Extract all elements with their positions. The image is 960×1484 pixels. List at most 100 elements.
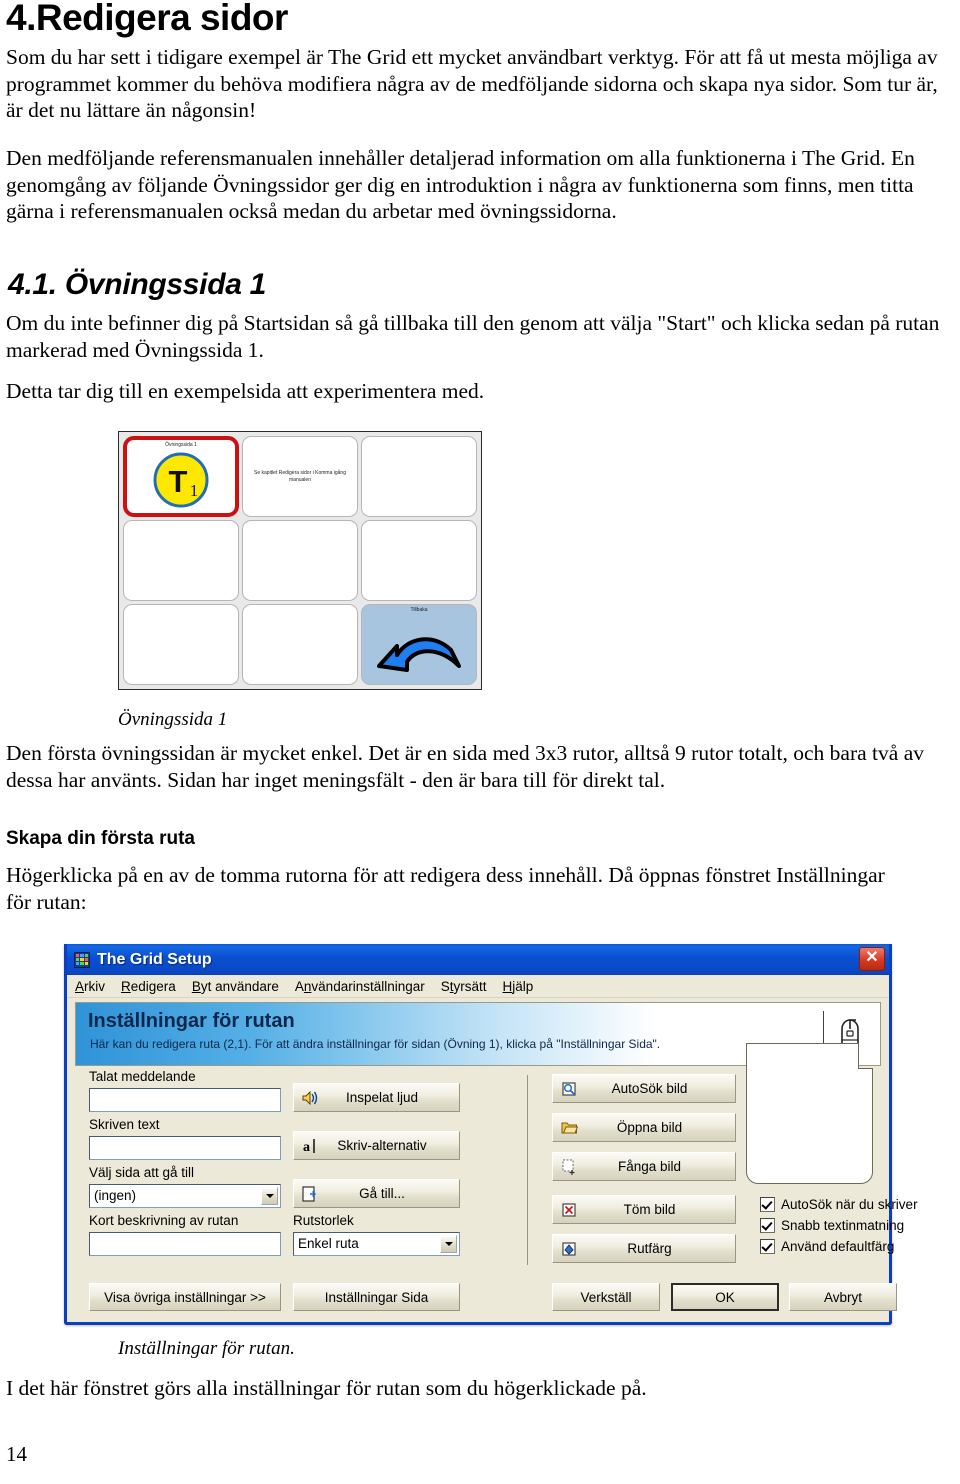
svg-text:1: 1 bbox=[190, 481, 199, 500]
menu-item-arkiv[interactable]: Arkiv bbox=[75, 979, 105, 994]
short-description-input[interactable] bbox=[89, 1232, 281, 1256]
grid-cell-2-text: Se kapitlet Redigera sidor i Komma igång… bbox=[254, 469, 346, 483]
installningar-sida-button[interactable]: Inställningar Sida bbox=[293, 1283, 460, 1311]
visa-ovriga-installningar-button[interactable]: Visa övriga inställningar >> bbox=[89, 1283, 281, 1311]
label-kort-beskrivning: Kort beskrivning av rutan bbox=[89, 1213, 239, 1228]
avbryt-button[interactable]: Avbryt bbox=[789, 1283, 897, 1311]
form-divider bbox=[527, 1075, 528, 1265]
autosok-bild-button[interactable]: AutoSök bild bbox=[552, 1074, 736, 1103]
label-rutstorlek: Rutstorlek bbox=[293, 1213, 354, 1228]
avbryt-label: Avbryt bbox=[823, 1289, 862, 1305]
grid-cell-2[interactable]: Se kapitlet Redigera sidor i Komma igång… bbox=[242, 436, 358, 517]
menu-item-redigera[interactable]: Redigera bbox=[121, 979, 176, 994]
checkbox-indicator-1[interactable] bbox=[760, 1197, 775, 1212]
verkstall-button[interactable]: Verkställ bbox=[552, 1283, 660, 1311]
checkbox-default-label: Använd defaultfärg bbox=[781, 1239, 895, 1254]
grid-cell-5[interactable] bbox=[242, 520, 358, 601]
grid-cell-4[interactable] bbox=[123, 520, 239, 601]
chevron-down-icon-2[interactable] bbox=[440, 1235, 457, 1253]
goto-page-select[interactable]: (ingen) bbox=[89, 1184, 281, 1208]
checkbox-anvand-defaultfarg[interactable]: Använd defaultfärg bbox=[760, 1239, 894, 1254]
checkbox-snabb-textinmatning[interactable]: Snabb textinmatning bbox=[760, 1218, 904, 1233]
ga-till-label: Gå till... bbox=[359, 1186, 405, 1201]
checkbox-indicator-2[interactable] bbox=[760, 1218, 775, 1233]
rutfarg-label: Rutfärg bbox=[627, 1241, 672, 1256]
menu-byt-rest: yt användare bbox=[200, 978, 279, 994]
svg-text:a: a bbox=[303, 1140, 310, 1154]
menu-styr-pre: S bbox=[440, 978, 450, 994]
clear-image-icon bbox=[558, 1202, 580, 1218]
skriv-alternativ-button[interactable]: a Skriv-alternativ bbox=[293, 1131, 460, 1160]
grid-cell-1[interactable]: Övningssida 1 T 1 bbox=[123, 436, 239, 517]
checkbox-autosok-nar-du-skriver[interactable]: AutoSök när du skriver bbox=[760, 1197, 918, 1212]
label-skriven-text: Skriven text bbox=[89, 1117, 160, 1132]
visa-ovriga-label: Visa övriga inställningar >> bbox=[104, 1289, 266, 1305]
grid-cell-6[interactable] bbox=[361, 520, 477, 601]
intro-paragraph-1: Som du har sett i tidigare exempel är Th… bbox=[6, 45, 938, 122]
cell-size-value: Enkel ruta bbox=[298, 1236, 359, 1251]
grid-cell-8[interactable] bbox=[242, 604, 358, 685]
menu-anv-pre: A bbox=[294, 978, 304, 994]
intro-paragraph-2: Den medföljande referensmanualen innehål… bbox=[6, 146, 915, 223]
label-valj-sida: Välj sida att gå till bbox=[89, 1165, 195, 1180]
page-number: 14 bbox=[6, 1442, 27, 1466]
close-icon[interactable]: ✕ bbox=[859, 947, 885, 971]
menu-hjalp-accel: H bbox=[502, 978, 513, 994]
rutfarg-button[interactable]: Rutfärg bbox=[552, 1234, 736, 1263]
section-heading-4-1: 4.1. Övningssida 1 bbox=[8, 268, 267, 301]
dialog-titlebar[interactable]: The Grid Setup ✕ bbox=[67, 944, 889, 975]
the-grid-setup-dialog: The Grid Setup ✕ Arkiv Redigera Byt anvä… bbox=[64, 944, 918, 1325]
dialog-menubar: Arkiv Redigera Byt användare Användarins… bbox=[67, 975, 889, 998]
tom-bild-button[interactable]: Töm bild bbox=[552, 1195, 736, 1224]
paragraph-4: Detta tar dig till en exempelsida att ex… bbox=[6, 379, 485, 403]
menu-item-hjalp[interactable]: Hjälp bbox=[503, 979, 534, 994]
paragraph-6: Högerklicka på en av de tomma rutorna fö… bbox=[6, 863, 885, 914]
ga-till-button[interactable]: Gå till... bbox=[293, 1179, 460, 1208]
label-talat-meddelande: Talat meddelande bbox=[89, 1069, 196, 1084]
paragraph-7: I det här fönstret görs alla inställning… bbox=[6, 1376, 647, 1400]
menu-redigera-rest: edigera bbox=[130, 978, 176, 994]
page-title: 4.Redigera sidor bbox=[6, 0, 288, 38]
banner-title: Inställningar för rutan bbox=[88, 1010, 295, 1032]
menu-item-styrsatt[interactable]: Styrsätt bbox=[441, 979, 487, 994]
ok-button[interactable]: OK bbox=[671, 1283, 779, 1311]
menu-item-anvandarinstallningar[interactable]: Användarinställningar bbox=[295, 979, 425, 994]
dialog-form-area: Talat meddelande Skriven text Välj sida … bbox=[67, 1043, 918, 1322]
autosok-bild-label: AutoSök bild bbox=[611, 1081, 688, 1096]
spoken-message-input[interactable] bbox=[89, 1088, 281, 1112]
grid-cell-9-label: Tillbaka bbox=[410, 607, 428, 613]
goto-page-value: (ingen) bbox=[94, 1188, 137, 1203]
chevron-down-icon[interactable] bbox=[261, 1187, 278, 1205]
capture-icon bbox=[558, 1159, 580, 1175]
menu-arkiv-accel: A bbox=[75, 978, 85, 994]
dialog-title: The Grid Setup bbox=[97, 950, 212, 968]
folder-open-icon bbox=[558, 1120, 580, 1135]
menu-hjalp-rest: jälp bbox=[512, 978, 534, 994]
checkbox-autosok-label: AutoSök när du skriver bbox=[781, 1197, 918, 1212]
grid-cell-7[interactable] bbox=[123, 604, 239, 685]
grid-cell-3[interactable] bbox=[361, 436, 477, 517]
fanga-bild-label: Fånga bild bbox=[617, 1159, 682, 1174]
menu-item-byt-anvandare[interactable]: Byt användare bbox=[192, 979, 279, 994]
oppna-bild-label: Öppna bild bbox=[616, 1120, 683, 1135]
grid-cell-9-back[interactable]: Tillbaka bbox=[361, 604, 477, 685]
ok-label: OK bbox=[715, 1289, 735, 1305]
menu-anv-rest: vändarinställningar bbox=[311, 978, 425, 994]
checkbox-indicator-3[interactable] bbox=[760, 1239, 775, 1254]
figure-1-caption: Övningssida 1 bbox=[118, 709, 228, 730]
inspelat-ljud-label: Inspelat ljud bbox=[345, 1090, 419, 1105]
fanga-bild-button[interactable]: Fånga bild bbox=[552, 1152, 736, 1181]
oppna-bild-button[interactable]: Öppna bild bbox=[552, 1113, 736, 1142]
svg-text:T: T bbox=[169, 464, 188, 499]
cell-size-select[interactable]: Enkel ruta bbox=[293, 1232, 460, 1256]
banner-subtitle: Här kan du redigera ruta (2,1). För att … bbox=[90, 1037, 661, 1051]
image-preview-box[interactable] bbox=[746, 1043, 873, 1184]
figure-ovningssida-grid: Övningssida 1 T 1 Se kapitlet Redigera s… bbox=[118, 431, 482, 690]
menu-byt-accel: B bbox=[191, 978, 201, 994]
magnifier-icon bbox=[558, 1081, 580, 1097]
menu-arkiv-rest: rkiv bbox=[84, 978, 106, 994]
section-heading-skapa-ruta: Skapa din första ruta bbox=[6, 828, 195, 849]
written-text-input[interactable] bbox=[89, 1136, 281, 1160]
installningar-sida-label: Inställningar Sida bbox=[324, 1289, 429, 1305]
inspelat-ljud-button[interactable]: Inspelat ljud bbox=[293, 1083, 460, 1112]
